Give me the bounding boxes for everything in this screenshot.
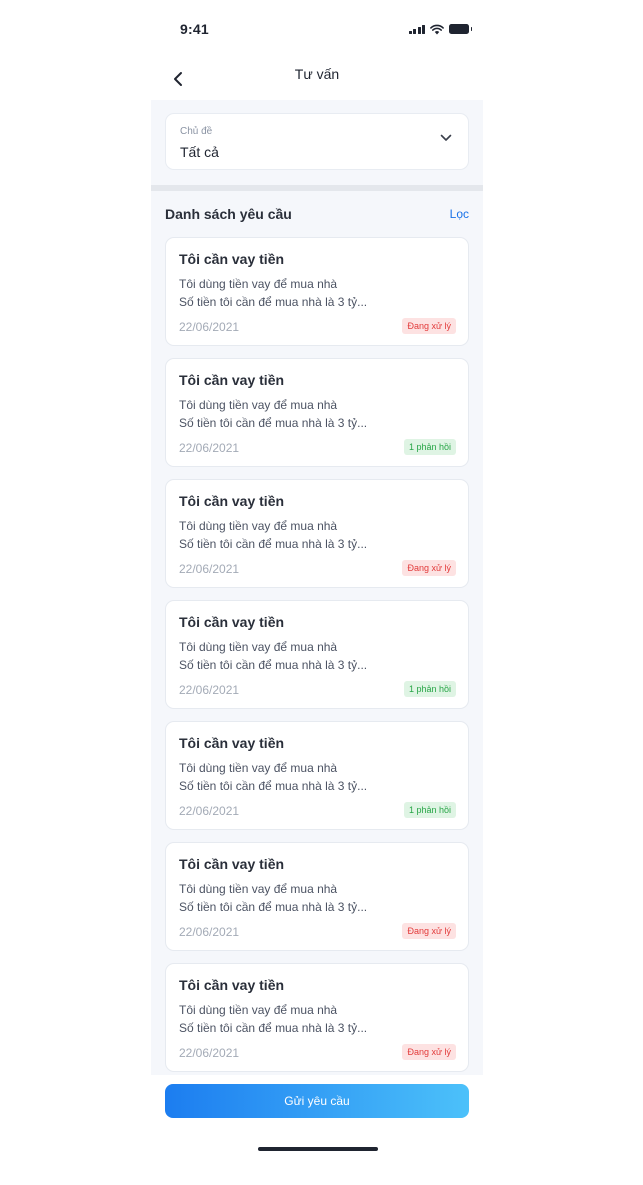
request-card[interactable]: Tôi cần vay tiền Tôi dùng tiền vay để mu… (165, 479, 469, 588)
request-title: Tôi cần vay tiền (179, 735, 285, 751)
page-title: Tư vấn (294, 66, 340, 82)
request-title: Tôi cần vay tiền (179, 856, 285, 872)
request-date: 22/06/2021 (179, 562, 240, 576)
status-badge: Đang xử lý (402, 1044, 456, 1060)
status-badge: Đang xử lý (402, 923, 456, 939)
wifi-icon (430, 24, 444, 34)
request-description-line: Số tiền tôi cần để mua nhà là 3 tỷ... (179, 900, 368, 914)
request-card[interactable]: Tôi cần vay tiền Tôi dùng tiền vay để mu… (165, 237, 469, 346)
request-card[interactable]: Tôi cần vay tiền Tôi dùng tiền vay để mu… (165, 358, 469, 467)
request-date: 22/06/2021 (179, 320, 240, 334)
request-description-line: Số tiền tôi cần để mua nhà là 3 tỷ... (179, 295, 368, 309)
topic-value: Tất cả (180, 144, 219, 160)
request-description-line: Số tiền tôi cần để mua nhà là 3 tỷ... (179, 1021, 368, 1035)
status-time: 9:41 (180, 21, 209, 37)
status-bar: 9:41 (151, 0, 483, 58)
request-date: 22/06/2021 (179, 925, 240, 939)
request-card[interactable]: Tôi cần vay tiền Tôi dùng tiền vay để mu… (165, 600, 469, 709)
status-icons (408, 23, 472, 35)
home-indicator (258, 1147, 378, 1151)
main-content: Chủ đề Tất cả Danh sách yêu cầu Lọc Tôi … (151, 100, 483, 1075)
status-badge: Đang xử lý (402, 560, 456, 576)
request-description-line: Tôi dùng tiền vay để mua nhà (179, 882, 338, 896)
chevron-down-icon (440, 134, 452, 141)
request-date: 22/06/2021 (179, 804, 240, 818)
request-date: 22/06/2021 (179, 683, 240, 697)
request-description-line: Tôi dùng tiền vay để mua nhà (179, 519, 338, 533)
request-date: 22/06/2021 (179, 441, 240, 455)
filter-link[interactable]: Lọc (450, 207, 469, 221)
navigation-bar: Tư vấn (151, 58, 483, 100)
request-card[interactable]: Tôi cần vay tiền Tôi dùng tiền vay để mu… (165, 963, 469, 1072)
request-title: Tôi cần vay tiền (179, 614, 285, 630)
cellular-signal-icon (408, 24, 425, 34)
request-title: Tôi cần vay tiền (179, 977, 285, 993)
request-card[interactable]: Tôi cần vay tiền Tôi dùng tiền vay để mu… (165, 842, 469, 951)
request-description-line: Số tiền tôi cần để mua nhà là 3 tỷ... (179, 416, 368, 430)
topic-dropdown[interactable]: Chủ đề Tất cả (165, 113, 469, 170)
request-card[interactable]: Tôi cần vay tiền Tôi dùng tiền vay để mu… (165, 721, 469, 830)
request-description-line: Tôi dùng tiền vay để mua nhà (179, 1003, 338, 1017)
list-header: Danh sách yêu cầu Lọc (151, 203, 483, 227)
request-date: 22/06/2021 (179, 1046, 240, 1060)
topic-section: Chủ đề Tất cả (151, 100, 483, 185)
phone-screen: 9:41 Tư vấn Chủ đề Tất cả Danh sách yêu … (151, 0, 483, 1185)
status-badge: 1 phản hồi (403, 439, 456, 455)
submit-request-button[interactable]: Gửi yêu cầu (165, 1084, 469, 1118)
section-divider (151, 185, 483, 191)
list-title: Danh sách yêu cầu (165, 206, 292, 222)
request-description-line: Tôi dùng tiền vay để mua nhà (179, 761, 338, 775)
request-description-line: Số tiền tôi cần để mua nhà là 3 tỷ... (179, 658, 368, 672)
request-description-line: Số tiền tôi cần để mua nhà là 3 tỷ... (179, 537, 368, 551)
request-title: Tôi cần vay tiền (179, 372, 285, 388)
request-description-line: Tôi dùng tiền vay để mua nhà (179, 277, 338, 291)
request-description-line: Tôi dùng tiền vay để mua nhà (179, 640, 338, 654)
request-description-line: Tôi dùng tiền vay để mua nhà (179, 398, 338, 412)
status-badge: Đang xử lý (402, 318, 456, 334)
battery-icon (449, 24, 472, 34)
topic-label: Chủ đề (180, 126, 213, 137)
request-title: Tôi cần vay tiền (179, 493, 285, 509)
status-badge: 1 phản hồi (403, 681, 456, 697)
bottom-action-area: Gửi yêu cầu (151, 1075, 483, 1185)
request-title: Tôi cần vay tiền (179, 251, 285, 267)
status-badge: 1 phản hồi (403, 802, 456, 818)
request-description-line: Số tiền tôi cần để mua nhà là 3 tỷ... (179, 779, 368, 793)
